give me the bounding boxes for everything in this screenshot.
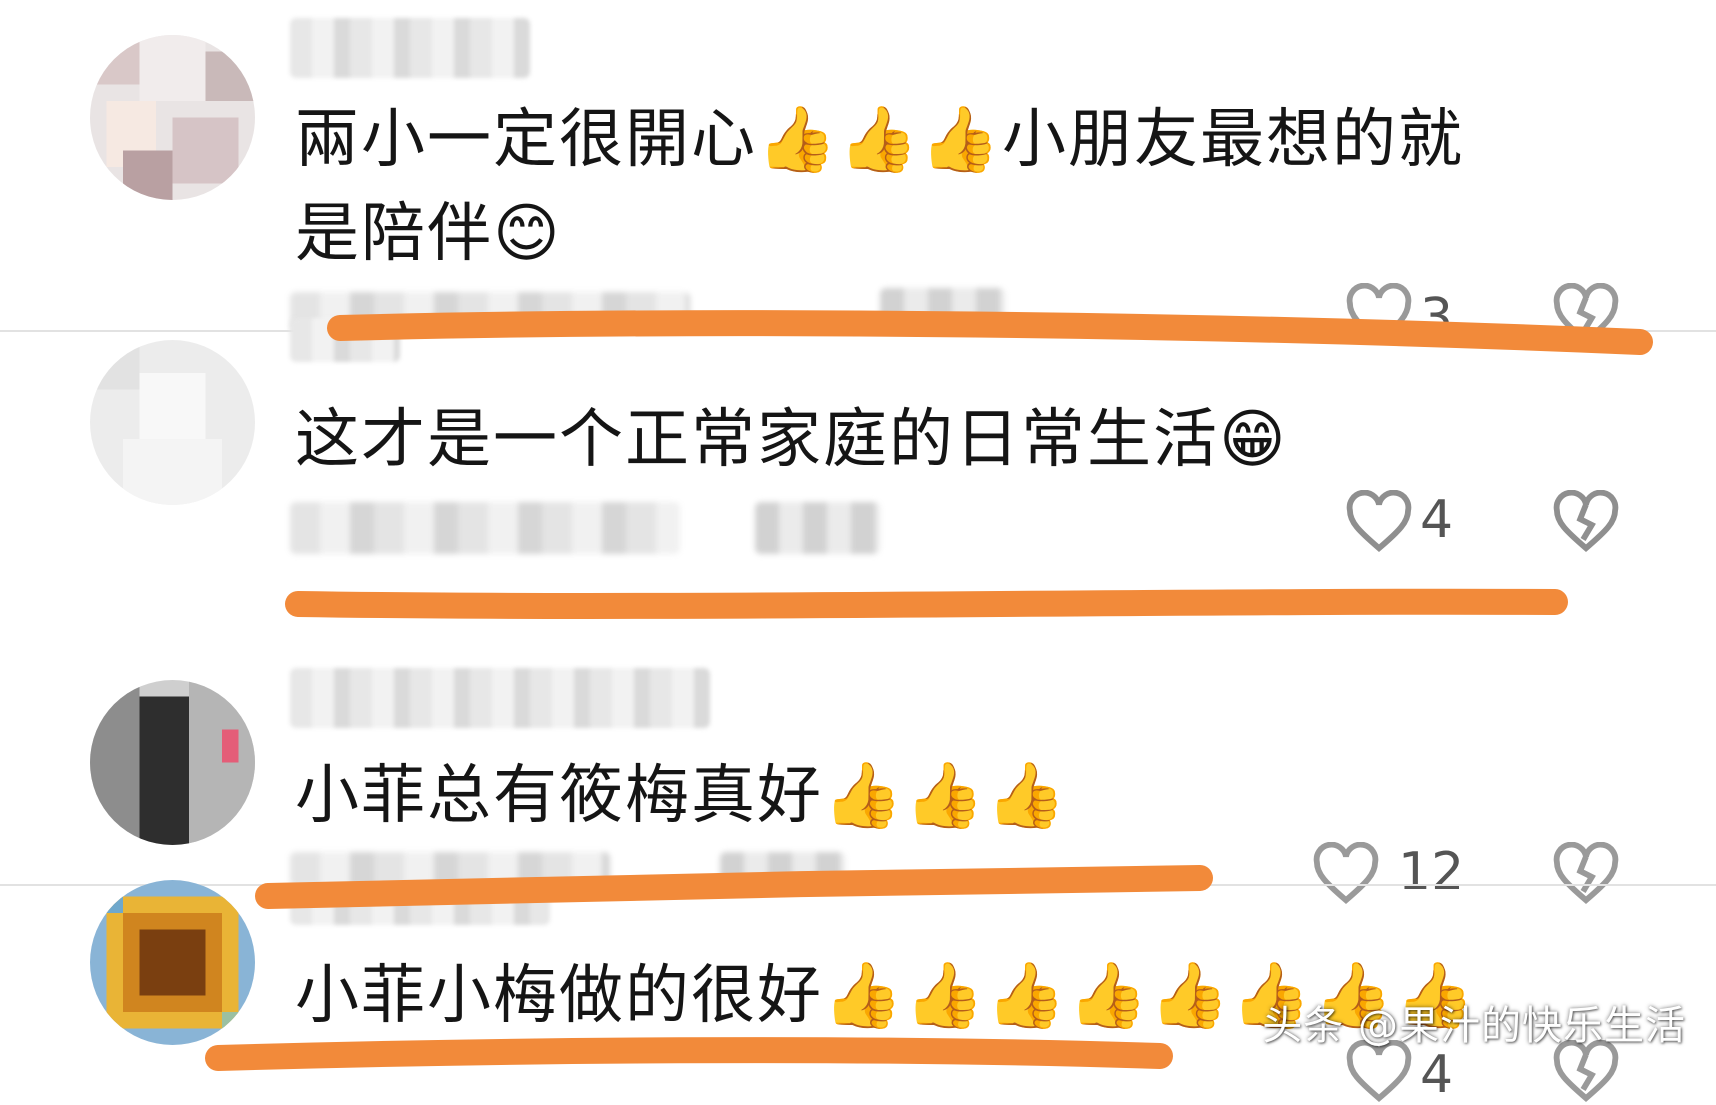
like-count: 12 — [1398, 842, 1465, 902]
broken-heart-icon[interactable] — [1550, 490, 1622, 554]
reply-button-blurred[interactable] — [755, 502, 880, 554]
comment-text: 这才是一个正常家庭的日常生活😁 — [295, 403, 1288, 477]
avatar[interactable] — [90, 880, 255, 1045]
orange-underline-2 — [285, 588, 1568, 619]
like-count: 4 — [1420, 490, 1454, 550]
like-count: 4 — [1420, 1045, 1454, 1105]
divider — [0, 884, 1716, 886]
reply-button-blurred[interactable] — [880, 288, 1005, 328]
comment-meta-blurred — [290, 502, 680, 554]
avatar[interactable] — [90, 340, 255, 505]
heart-outline-icon[interactable] — [1343, 283, 1415, 347]
like-count: 3 — [1420, 288, 1454, 348]
reply-button-blurred[interactable] — [720, 852, 845, 886]
username-blurred[interactable] — [290, 885, 550, 925]
heart-outline-icon[interactable] — [1310, 842, 1382, 906]
broken-heart-icon[interactable] — [1550, 283, 1622, 347]
comment-meta-blurred — [290, 852, 610, 886]
username-blurred[interactable] — [290, 318, 400, 362]
comment-text: 小菲总有筱梅真好👍👍👍 — [295, 759, 1069, 833]
avatar[interactable] — [90, 35, 255, 200]
username-blurred[interactable] — [290, 18, 530, 78]
watermark: 头条 @果汁的快乐生活 — [1262, 1003, 1686, 1049]
comment-text: 兩小一定很開心👍👍👍小朋友最想的就 — [295, 103, 1465, 177]
divider — [0, 330, 1716, 332]
username-blurred[interactable] — [290, 668, 710, 728]
comment-text-line2: 是陪伴😊 — [295, 197, 562, 271]
avatar[interactable] — [90, 680, 255, 845]
heart-outline-icon[interactable] — [1343, 490, 1415, 554]
broken-heart-icon[interactable] — [1550, 842, 1622, 906]
